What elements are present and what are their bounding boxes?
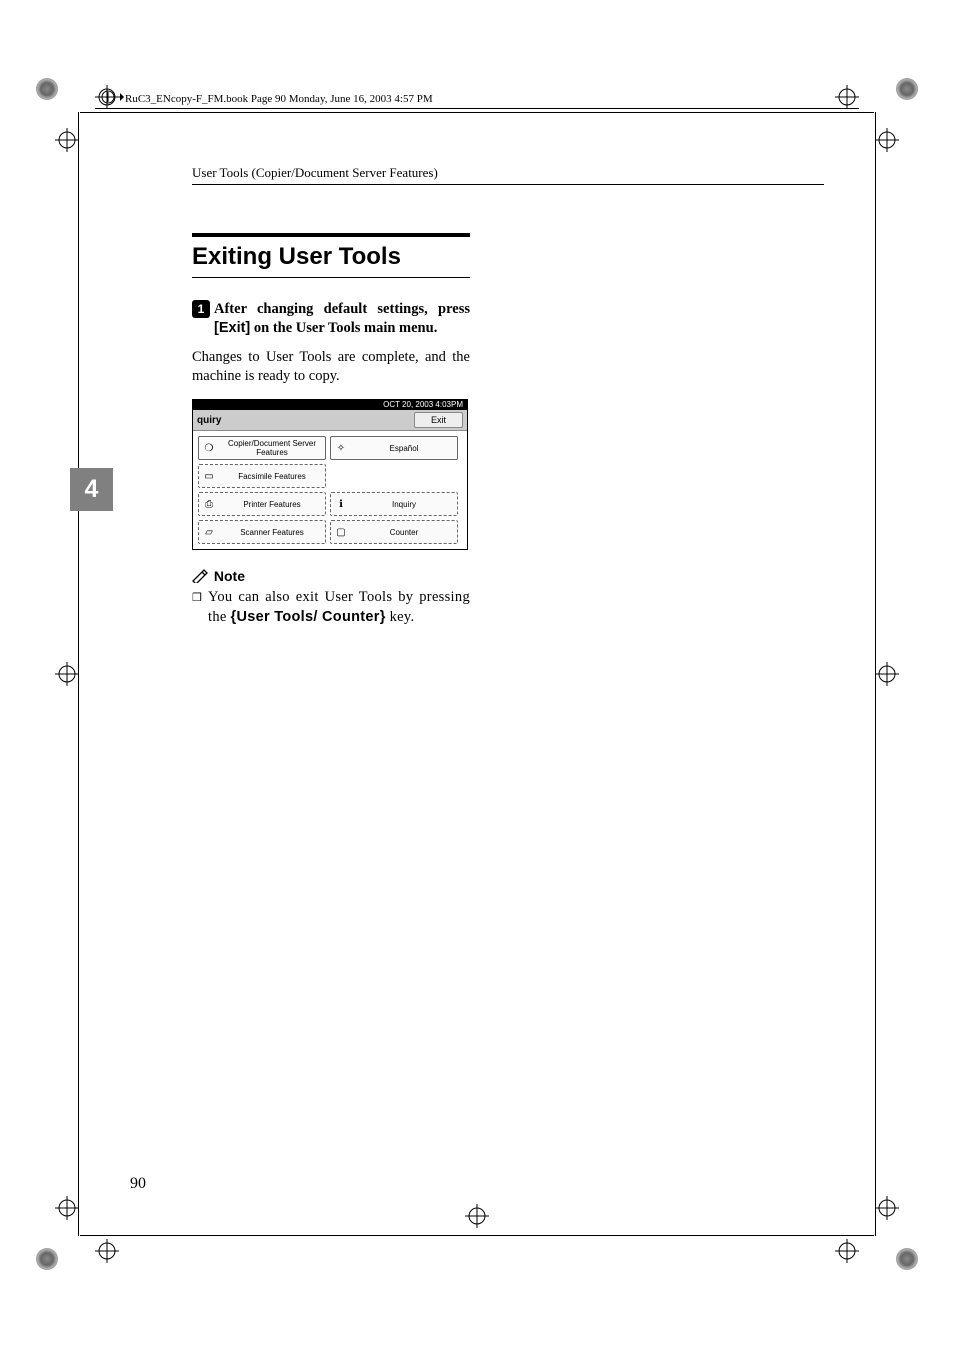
pencil-icon — [192, 569, 208, 583]
step-text-l2a: press — [438, 301, 470, 317]
ui-screenshot: OCT 20, 2003 4:03PM quiry Exit ❍ Copier/… — [192, 399, 468, 550]
note-label: Note — [214, 568, 245, 584]
registration-mark-icon — [95, 1239, 119, 1263]
ui-btn-label: Copier/Document Server Features — [219, 439, 325, 457]
note-heading: Note — [192, 568, 470, 584]
ui-btn-label: Scanner Features — [219, 528, 325, 537]
note-line1: You can also exit User Tools — [208, 589, 392, 605]
ui-btn-scanner[interactable]: ▱ Scanner Features — [198, 520, 326, 544]
fax-icon: ▭ — [199, 471, 219, 482]
registration-mark-icon — [875, 1196, 899, 1220]
ui-btn-counter[interactable]: ▢ Counter — [330, 520, 458, 544]
body-paragraph: Changes to User Tools are complete, and … — [192, 348, 470, 386]
crop-ornament-br — [896, 1248, 918, 1270]
crop-line-bot — [80, 1235, 874, 1236]
ui-btn-fax[interactable]: ▭ Facsimile Features — [198, 464, 326, 488]
note-item: ❒ You can also exit User Tools by pressi… — [192, 588, 470, 627]
ui-title: quiry — [197, 415, 221, 426]
crop-ornament-tr — [896, 78, 918, 100]
globe-icon: ✧ — [331, 443, 351, 454]
bullet-icon: ❒ — [192, 588, 208, 627]
ui-btn-label: Counter — [351, 528, 457, 537]
registration-mark-icon — [875, 662, 899, 686]
crop-ornament-bl — [36, 1248, 58, 1270]
info-icon: ℹ — [331, 499, 351, 510]
registration-mark-icon — [55, 662, 79, 686]
ui-spacer — [330, 464, 458, 488]
ui-exit-button[interactable]: Exit — [414, 412, 463, 428]
scanner-icon: ▱ — [199, 527, 219, 538]
printer-icon: ⎙ — [199, 499, 219, 510]
crop-line-top — [80, 112, 874, 113]
chapter-tab: 4 — [70, 468, 113, 511]
ui-btn-inquiry[interactable]: ℹ Inquiry — [330, 492, 458, 516]
book-header-rule — [95, 108, 859, 109]
step-number-badge: 1 — [192, 300, 210, 318]
section-title: Exiting User Tools — [192, 233, 470, 278]
ui-btn-label: Español — [351, 444, 457, 453]
registration-mark-icon — [55, 1196, 79, 1220]
registration-mark-icon — [55, 128, 79, 152]
ui-btn-label: Inquiry — [351, 500, 457, 509]
note-line2b: key. — [386, 609, 415, 625]
ui-btn-printer[interactable]: ⎙ Printer Features — [198, 492, 326, 516]
counter-icon: ▢ — [331, 527, 351, 538]
step-text-l1: After changing default settings, — [214, 301, 428, 317]
ui-status-bar: OCT 20, 2003 4:03PM — [193, 400, 467, 410]
ui-btn-label: Printer Features — [219, 500, 325, 509]
key-name: User Tools/ Counter — [237, 609, 380, 625]
crop-ornament-tl — [36, 78, 58, 100]
registration-mark-icon — [875, 128, 899, 152]
ui-btn-copier[interactable]: ❍ Copier/Document Server Features — [198, 436, 326, 460]
registration-mark-icon — [835, 1239, 859, 1263]
step-text-l2b: on the User Tools main — [250, 320, 395, 336]
step-text-l3: menu. — [399, 320, 437, 336]
registration-mark-icon — [835, 85, 859, 109]
page-number: 90 — [130, 1175, 146, 1193]
ui-btn-label: Facsimile Features — [219, 472, 325, 481]
step-1: 1 After changing default settings, press… — [192, 300, 470, 338]
ui-btn-espanol[interactable]: ✧ Español — [330, 436, 458, 460]
exit-key-label: [Exit] — [214, 320, 250, 336]
book-header: RuC3_ENcopy-F_FM.book Page 90 Monday, Ju… — [125, 93, 433, 105]
running-head: User Tools (Copier/Document Server Featu… — [192, 165, 824, 185]
copier-icon: ❍ — [199, 443, 219, 454]
